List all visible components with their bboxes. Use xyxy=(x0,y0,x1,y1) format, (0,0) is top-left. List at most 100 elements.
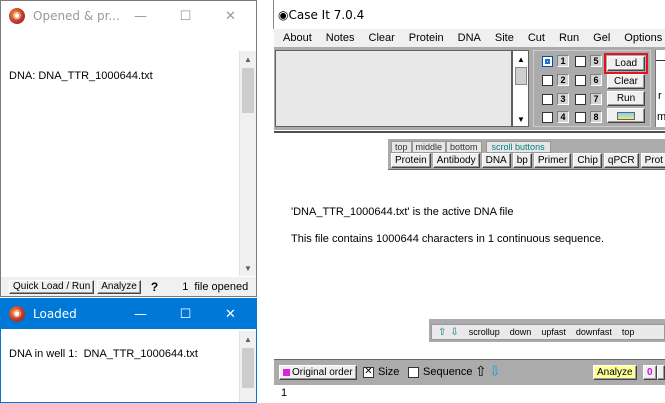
sequence-down-arrow-icon[interactable]: ⇩ xyxy=(489,363,501,380)
menu-run[interactable]: Run xyxy=(550,32,584,44)
menu-protein[interactable]: Protein xyxy=(400,32,449,44)
close-icon[interactable]: ✕ xyxy=(208,299,253,329)
right-panel-fragment: r m xyxy=(655,50,665,127)
well-checkbox-5[interactable] xyxy=(575,55,586,67)
tab-scroll-buttons[interactable]: scroll buttons xyxy=(485,141,551,153)
loaded-titlebar[interactable]: ◉ Loaded — ☐ ✕ xyxy=(1,299,256,329)
load-button[interactable]: Load xyxy=(607,56,645,71)
tool-antibody-button[interactable]: Antibody xyxy=(432,153,480,168)
tool-bp-button[interactable]: bp xyxy=(512,153,532,168)
extra-button[interactable] xyxy=(657,365,665,380)
scroll-thumb[interactable] xyxy=(242,68,254,113)
loaded-title: Loaded xyxy=(33,307,77,321)
scroll-link-bar: ⇧ ⇩ scrollup down upfast downfast top xyxy=(429,319,665,342)
scroll-up-arrow-icon[interactable]: ▲ xyxy=(240,51,256,67)
opened-title: Opened & pr... xyxy=(33,9,120,23)
scroll-down-arrow-icon[interactable]: ▼ xyxy=(240,260,256,276)
main-title: Case It 7.0.4 xyxy=(288,7,365,22)
close-icon[interactable]: ✕ xyxy=(208,1,253,31)
well-label-5: 5 xyxy=(590,55,602,67)
sequence-up-arrow-icon[interactable]: ⇧ xyxy=(475,363,487,380)
scroll-link-down[interactable]: down xyxy=(510,327,532,337)
active-file-message: 'DNA_TTR_1000644.txt' is the active DNA … xyxy=(291,206,514,218)
tab-top[interactable]: top xyxy=(391,141,412,153)
help-button[interactable]: ? xyxy=(151,280,158,294)
loaded-content: DNA in well 1: DNA_TTR_1000644.txt xyxy=(9,348,198,360)
app-icon: ◉ xyxy=(278,7,289,22)
menu-site[interactable]: Site xyxy=(486,32,519,44)
tool-chip-button[interactable]: Chip xyxy=(573,153,602,168)
menu-cut[interactable]: Cut xyxy=(519,32,550,44)
well-checkbox-1[interactable] xyxy=(542,55,553,67)
menu-bar: About Notes Clear Protein DNA Site Cut R… xyxy=(274,29,665,47)
original-order-label: Original order xyxy=(292,367,353,378)
loaded-scrollbar[interactable]: ▲ xyxy=(239,331,256,402)
scroll-up-arrow-icon[interactable]: ▲ xyxy=(513,51,529,67)
well-checkbox-3[interactable] xyxy=(542,93,553,105)
bottom-analyze-button[interactable]: Analyze xyxy=(593,365,637,380)
main-titlebar[interactable]: ◉ Case It 7.0.4 xyxy=(273,0,665,29)
run-button[interactable]: Run xyxy=(607,91,645,106)
minimize-icon[interactable]: — xyxy=(118,299,163,329)
arrow-down-icon[interactable]: ⇩ xyxy=(450,327,458,338)
opened-content: DNA: DNA_TTR_1000644.txt xyxy=(9,70,153,82)
menu-dna[interactable]: DNA xyxy=(449,32,486,44)
tab-bottom[interactable]: bottom xyxy=(446,141,482,153)
tab-middle[interactable]: middle xyxy=(411,141,447,153)
scroll-link-scrollup[interactable]: scrollup xyxy=(469,327,500,337)
tool-dna-button[interactable]: DNA xyxy=(481,153,511,168)
wells-panel: 1 5 2 6 3 7 4 8 Load Clear Run xyxy=(533,50,651,127)
scroll-link-top[interactable]: top xyxy=(622,327,635,337)
well-label-3: 3 xyxy=(557,93,569,105)
file-info-message: This file contains 1000644 characters in… xyxy=(291,233,605,245)
menu-gel[interactable]: Gel xyxy=(584,32,615,44)
original-order-button[interactable]: Original order xyxy=(279,365,357,380)
opened-footer: Quick Load / Run Analyze ? 1 file opened xyxy=(1,277,256,296)
scroll-link-upfast[interactable]: upfast xyxy=(541,327,566,337)
well-checkbox-4[interactable] xyxy=(542,111,553,123)
well-label-1: 1 xyxy=(557,55,569,67)
arrow-up-icon[interactable]: ⇧ xyxy=(438,327,446,338)
well-checkbox-7[interactable] xyxy=(575,93,586,105)
scroll-thumb[interactable] xyxy=(242,348,254,388)
loaded-window: ◉ Loaded — ☐ ✕ DNA in well 1: DNA_TTR_10… xyxy=(0,298,257,403)
menu-notes[interactable]: Notes xyxy=(317,32,360,44)
opened-titlebar[interactable]: ◉ Opened & pr... — ☐ ✕ xyxy=(1,1,256,31)
tool-primer-button[interactable]: Primer xyxy=(533,153,572,168)
file-count-status: 1 file opened xyxy=(182,280,249,293)
gel-icon xyxy=(617,111,635,120)
tool-qpcr-button[interactable]: qPCR xyxy=(603,153,639,168)
well-label-7: 7 xyxy=(590,93,602,105)
well-checkbox-8[interactable] xyxy=(575,111,586,123)
scroll-link-downfast[interactable]: downfast xyxy=(576,327,612,337)
minimize-icon[interactable]: — xyxy=(118,1,163,31)
menu-about[interactable]: About xyxy=(274,32,317,44)
well-label-4: 4 xyxy=(557,111,569,123)
opened-window: ◉ Opened & pr... — ☐ ✕ DNA: DNA_TTR_1000… xyxy=(0,0,257,297)
size-checkbox[interactable]: ✕ xyxy=(363,367,374,378)
analyze-button[interactable]: Analyze xyxy=(97,279,141,294)
fragment-r: r xyxy=(658,90,662,102)
app-icon: ◉ xyxy=(9,306,25,322)
tool-prot-button[interactable]: Prot xyxy=(640,153,665,168)
scroll-thumb[interactable] xyxy=(515,67,527,85)
menu-options[interactable]: Options xyxy=(615,32,665,44)
tool-protein-button[interactable]: Protein xyxy=(391,153,431,168)
opened-scrollbar[interactable]: ▲ ▼ xyxy=(239,51,256,276)
menu-clear[interactable]: Clear xyxy=(360,32,400,44)
preview-scrollbar[interactable]: ▲ ▼ xyxy=(512,50,529,127)
scroll-down-arrow-icon[interactable]: ▼ xyxy=(513,111,529,127)
quick-load-run-button[interactable]: Quick Load / Run xyxy=(9,279,95,294)
scroll-up-arrow-icon[interactable]: ▲ xyxy=(240,331,256,347)
well-checkbox-2[interactable] xyxy=(542,74,553,86)
maximize-icon[interactable]: ☐ xyxy=(163,299,208,329)
gel-preview-button[interactable] xyxy=(607,108,645,123)
sequence-checkbox[interactable] xyxy=(408,367,419,378)
well-label-8: 8 xyxy=(590,111,602,123)
zero-counter-button[interactable]: 0 xyxy=(643,365,657,380)
clear-button[interactable]: Clear xyxy=(607,74,645,89)
well-checkbox-6[interactable] xyxy=(575,74,586,86)
magenta-square-icon xyxy=(283,369,290,376)
maximize-icon[interactable]: ☐ xyxy=(163,1,208,31)
size-label: Size xyxy=(378,366,400,378)
